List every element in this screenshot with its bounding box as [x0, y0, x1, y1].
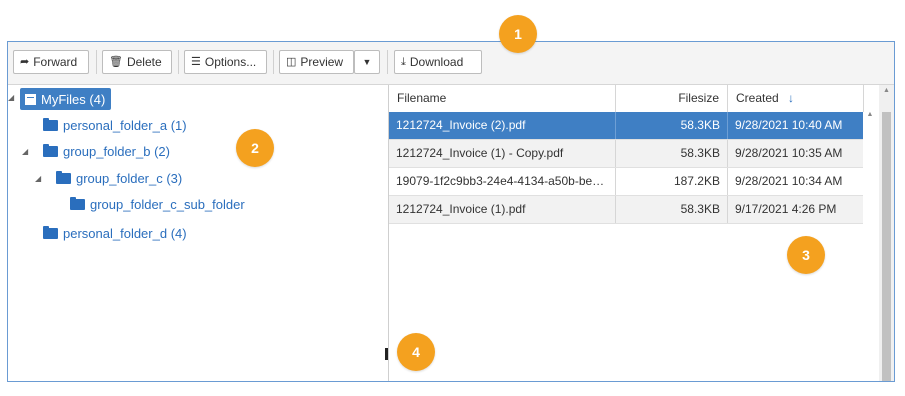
collapse-toggle-icon[interactable]: ◢: [8, 93, 14, 102]
collapse-toggle-icon[interactable]: ◢: [35, 174, 41, 183]
cell-filesize: 58.3KB: [616, 140, 728, 167]
delete-button[interactable]: 🗑 Delete: [102, 50, 172, 74]
collapse-toggle-icon[interactable]: ◢: [22, 147, 28, 156]
grid-header: Filename Filesize Created ↓: [389, 85, 864, 113]
preview-button[interactable]: ◫ Preview: [279, 50, 354, 74]
file-manager: ➦ Forward 🗑 Delete ☰ Options... ◫ Previe…: [7, 41, 895, 382]
trash-icon: 🗑: [109, 55, 123, 68]
tree-item-label: group_folder_c (3): [76, 170, 183, 186]
table-row[interactable]: 1212724_Invoice (1).pdf 58.3KB 9/17/2021…: [389, 196, 863, 224]
header-label: Created: [736, 91, 779, 105]
toolbar-separator: [96, 50, 97, 74]
preview-panel-icon: ◫: [286, 55, 297, 68]
tree-root-myfiles[interactable]: MyFiles (4): [20, 88, 112, 110]
column-header-created[interactable]: Created ↓: [728, 85, 864, 112]
scrollbar-thumb[interactable]: [882, 112, 891, 381]
toolbar: ➦ Forward 🗑 Delete ☰ Options... ◫ Previe…: [8, 42, 894, 85]
header-label: Filesize: [678, 91, 719, 105]
folder-icon: [43, 143, 58, 157]
cell-filesize: 58.3KB: [616, 196, 728, 223]
tree-item-label: personal_folder_d (4): [63, 225, 187, 241]
cell-created: 9/28/2021 10:35 AM: [735, 146, 843, 160]
cell-filename: 1212724_Invoice (1).pdf: [389, 196, 616, 223]
cell-created: 9/28/2021 10:40 AM: [735, 118, 843, 132]
tree-root-label: MyFiles (4): [41, 91, 106, 107]
tree-item-group-folder-b[interactable]: group_folder_b (2): [43, 140, 170, 162]
download-label: Download: [409, 55, 464, 69]
folder-icon: [70, 196, 85, 210]
folder-tree: ◢ MyFiles (4) personal_folder_a (1) ◢ gr…: [8, 85, 388, 381]
cell-filesize: 58.3KB: [616, 112, 728, 139]
table-row[interactable]: 19079-1f2c9bb3-24e4-4134-a50b-beb... 187…: [389, 168, 863, 196]
options-button[interactable]: ☰ Options...: [184, 50, 267, 74]
tree-item-label: group_folder_b (2): [63, 143, 170, 159]
chevron-up-icon[interactable]: ▲: [864, 111, 876, 118]
options-label: Options...: [204, 55, 257, 69]
callout-number: 1: [514, 26, 522, 42]
cell-filename: 1212724_Invoice (2).pdf: [389, 112, 616, 139]
list-icon: ☰: [191, 55, 201, 68]
tree-item-label: group_folder_c_sub_folder: [90, 196, 245, 212]
callout-number: 2: [251, 140, 259, 156]
header-label: Filename: [397, 91, 447, 105]
splitter-handle[interactable]: [385, 348, 388, 360]
cell-created: 9/28/2021 10:34 AM: [735, 174, 843, 188]
folder-icon: [56, 170, 71, 184]
scroll-up-icon[interactable]: ▲: [879, 87, 894, 97]
callout-number: 3: [802, 247, 810, 263]
toolbar-separator: [178, 50, 179, 74]
tree-item-personal-folder-d[interactable]: personal_folder_d (4): [43, 222, 187, 244]
download-icon: ⤓: [401, 55, 406, 68]
tree-item-personal-folder-a[interactable]: personal_folder_a (1): [43, 114, 187, 136]
folder-icon: [43, 117, 58, 131]
tree-item-group-folder-c-sub-folder[interactable]: group_folder_c_sub_folder: [70, 193, 245, 215]
callout-badge-3: 3: [787, 236, 825, 274]
tree-item-group-folder-c[interactable]: group_folder_c (3): [56, 167, 182, 189]
callout-badge-4: 4: [397, 333, 435, 371]
callout-badge-2: 2: [236, 129, 274, 167]
sort-descending-icon: ↓: [788, 91, 795, 105]
toolbar-separator: [387, 50, 388, 74]
preview-dropdown-button[interactable]: ▼: [354, 50, 380, 74]
tree-item-label: personal_folder_a (1): [63, 117, 187, 133]
callout-number: 4: [412, 344, 420, 360]
toolbar-separator: [273, 50, 274, 74]
cell-filename: 19079-1f2c9bb3-24e4-4134-a50b-beb...: [389, 168, 616, 195]
table-row[interactable]: 1212724_Invoice (1) - Copy.pdf 58.3KB 9/…: [389, 140, 863, 168]
vertical-scrollbar[interactable]: ▲: [879, 85, 894, 381]
forward-arrow-icon: ➦: [20, 55, 30, 68]
cell-filename: 1212724_Invoice (1) - Copy.pdf: [389, 140, 616, 167]
cell-created: 9/17/2021 4:26 PM: [735, 202, 837, 216]
column-header-filesize[interactable]: Filesize: [616, 85, 728, 112]
caret-down-icon: ▼: [362, 57, 372, 67]
callout-badge-1: 1: [499, 15, 537, 53]
column-header-filename[interactable]: Filename: [389, 85, 616, 112]
download-button[interactable]: ⤓ Download: [394, 50, 482, 74]
file-grid: Filename Filesize Created ↓ 1212724_Invo…: [389, 85, 894, 381]
cell-filesize: 187.2KB: [616, 168, 728, 195]
delete-label: Delete: [126, 55, 162, 69]
folder-icon: [43, 225, 58, 239]
forward-button[interactable]: ➦ Forward: [13, 50, 89, 74]
inbox-icon: [25, 93, 36, 105]
preview-label: Preview: [300, 55, 344, 69]
forward-label: Forward: [33, 55, 78, 69]
table-row[interactable]: 1212724_Invoice (2).pdf 58.3KB 9/28/2021…: [389, 112, 863, 140]
